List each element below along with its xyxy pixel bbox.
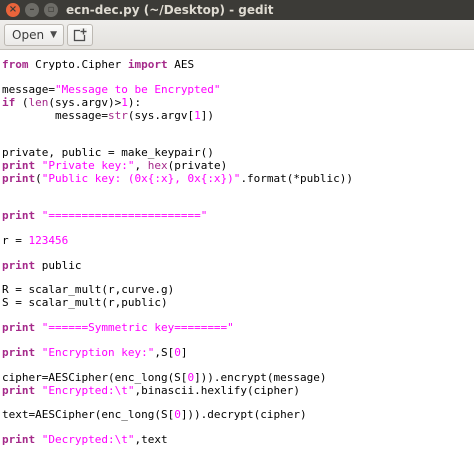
code-line: print "Private key:", hex(private) [2, 159, 228, 172]
code-line: print "=======================" [2, 209, 208, 222]
code-line: message="Message to be Encrypted" [2, 83, 221, 96]
close-window-button[interactable]: × [6, 3, 20, 17]
code-line: text=AESCipher(enc_long(S[0])).decrypt(c… [2, 408, 307, 421]
code-line: print "Decrypted:\t",text [2, 433, 168, 446]
new-document-button[interactable] [67, 24, 93, 46]
code-line: if (len(sys.argv)>1): [2, 96, 142, 109]
code-line: print("Public key: (0x{:x}, 0x{:x})".for… [2, 172, 354, 185]
text-editor[interactable]: from Crypto.Cipher import AES message="M… [0, 51, 474, 460]
close-icon: × [8, 4, 18, 15]
maximize-icon: ▫ [47, 4, 55, 15]
code-line: cipher=AESCipher(enc_long(S[0])).encrypt… [2, 371, 327, 384]
code-line: print public [2, 259, 82, 272]
window-titlebar: × – ▫ ecn-dec.py (~/Desktop) - gedit [0, 0, 474, 20]
code-line: private, public = make_keypair() [2, 146, 214, 159]
code-line: message=str(sys.argv[1]) [2, 109, 214, 122]
open-button-label: Open [12, 28, 45, 42]
code-line: R = scalar_mult(r,curve.g) [2, 283, 175, 296]
code-line: r = 123456 [2, 234, 69, 247]
minimize-icon: – [29, 4, 35, 15]
code-line: from Crypto.Cipher import AES [2, 58, 195, 71]
window-title: ecn-dec.py (~/Desktop) - gedit [66, 3, 274, 17]
new-document-icon [73, 28, 87, 42]
open-button[interactable]: Open ▼ [4, 24, 64, 46]
code-line: print "Encryption key:",S[0] [2, 346, 188, 359]
code-line: print "======Symmetric key========" [2, 321, 234, 334]
maximize-window-button[interactable]: ▫ [44, 3, 58, 17]
minimize-window-button[interactable]: – [25, 3, 39, 17]
chevron-down-icon: ▼ [50, 30, 57, 40]
code-line: S = scalar_mult(r,public) [2, 296, 168, 309]
header-bar: Open ▼ [0, 20, 474, 50]
code-line: print "Encrypted:\t",binascii.hexlify(ci… [2, 384, 301, 397]
